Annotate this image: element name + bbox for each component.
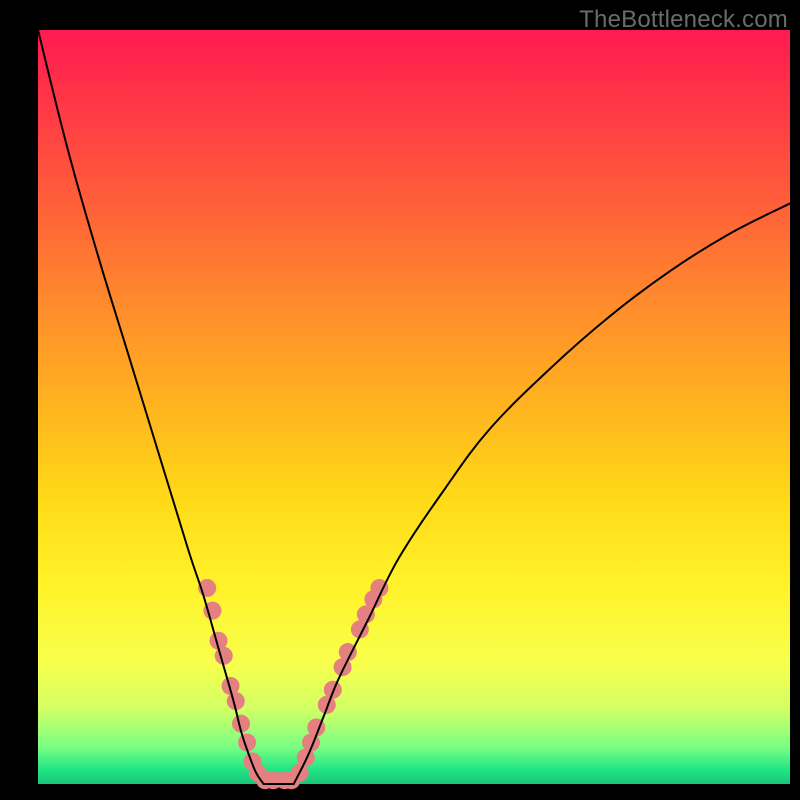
scatter-markers — [198, 579, 388, 789]
curve-left-branch — [38, 30, 264, 784]
scatter-dot — [215, 647, 233, 665]
watermark-text: TheBottleneck.com — [579, 6, 788, 34]
curve-layer — [38, 30, 790, 784]
plot-area — [38, 30, 790, 784]
chart-frame: TheBottleneck.com — [0, 0, 800, 800]
curve-right-branch — [294, 203, 790, 784]
scatter-dot — [324, 681, 342, 699]
